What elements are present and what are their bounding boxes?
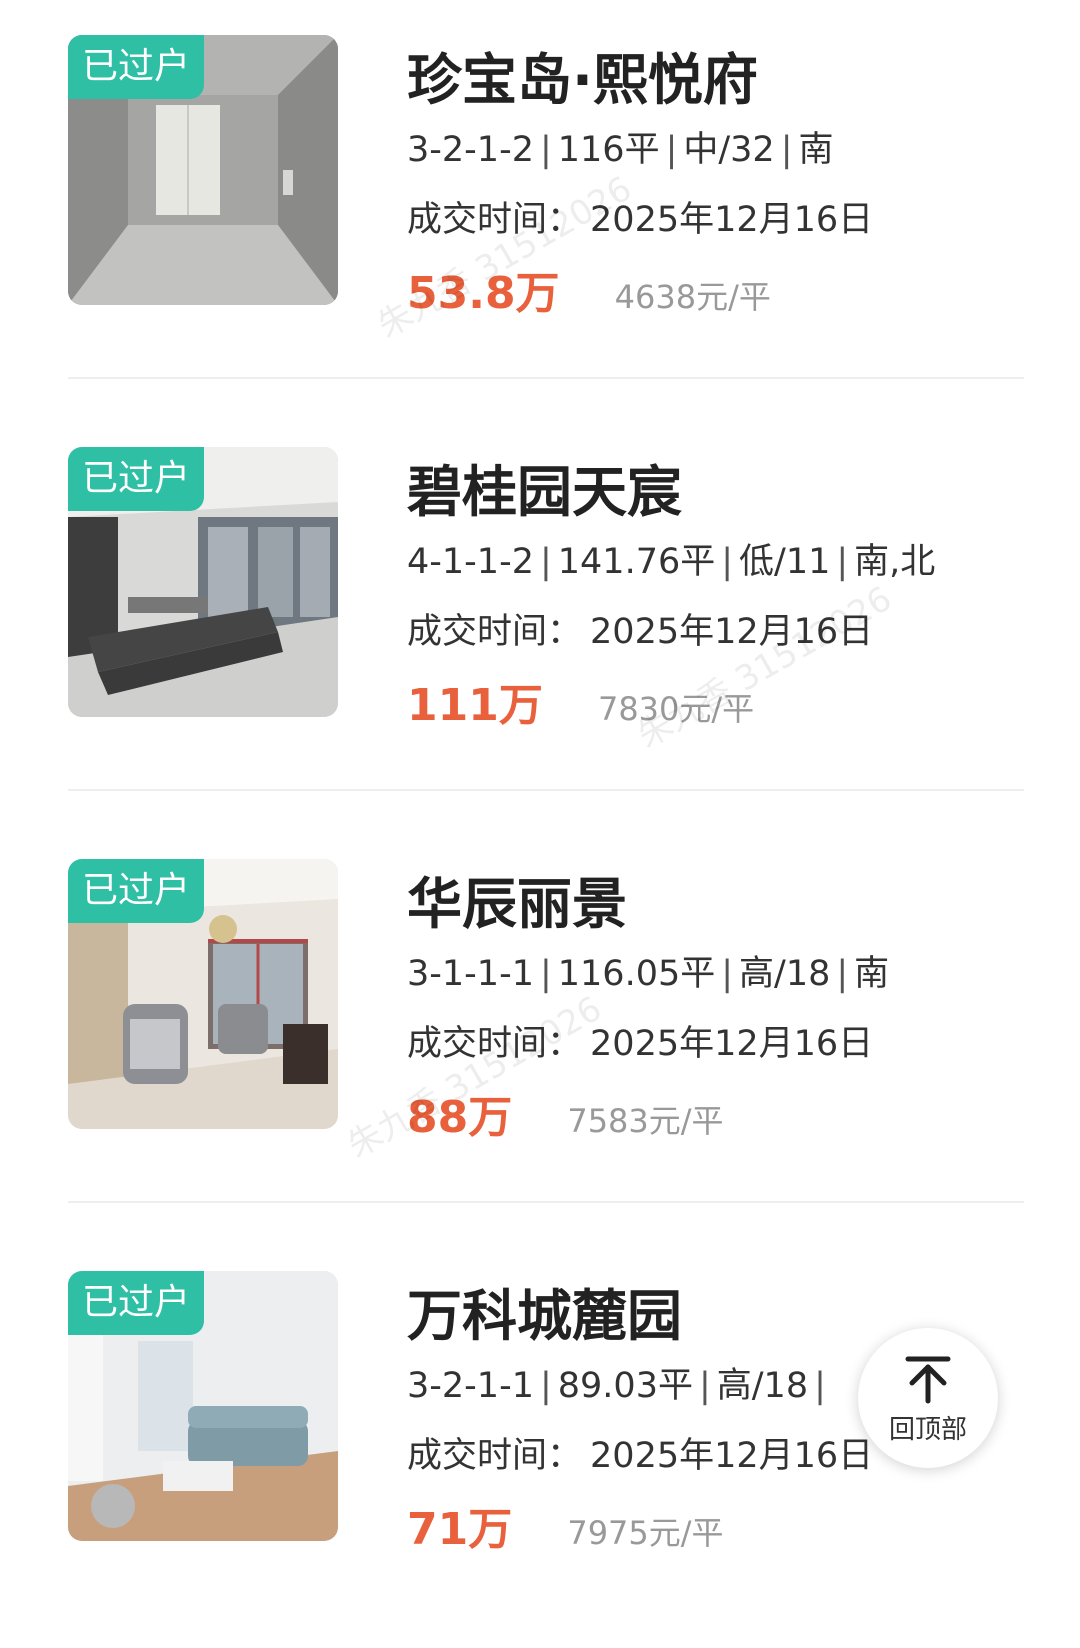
unit-price: 7830元/平: [597, 690, 755, 728]
colon: ：: [547, 1436, 583, 1476]
deal-time: 成交时间： 2025年12月16日: [407, 604, 1047, 660]
divider: [68, 789, 1024, 791]
deal-date: 2025年12月16日: [590, 1024, 874, 1064]
separator: |: [836, 954, 849, 994]
separator: |: [721, 954, 734, 994]
deal-date: 2025年12月16日: [590, 1436, 874, 1476]
floor-area: 116平: [557, 130, 660, 170]
deal-date: 2025年12月16日: [590, 200, 874, 240]
room-layout: 3-2-1-2: [407, 130, 534, 170]
floor-area: 116.05平: [557, 954, 716, 994]
listing-specs: 3-2-1-2 | 116平 | 中/32 | 南: [407, 122, 1047, 178]
transferred-badge: 已过户: [68, 447, 205, 511]
room-layout: 4-1-1-2: [407, 542, 534, 582]
floor-level: 低/11: [739, 542, 831, 582]
community-name: 华辰丽景: [407, 872, 628, 936]
listing-card[interactable]: 已过户 碧桂园天宸 4-1-1-2 | 141.76平 | 低/11 | 南,北 成交时间：…: [0, 412, 1080, 824]
unit-price: 7583元/平: [567, 1102, 724, 1140]
unit-price: 4638元/平: [614, 278, 771, 316]
room-layout: 3-1-1-1: [407, 954, 534, 994]
back-to-top-label: 回顶部: [888, 1414, 967, 1445]
separator: |: [814, 1366, 826, 1406]
deal-time-label: 成交时间: [407, 612, 548, 652]
divider: [68, 377, 1024, 379]
community-name: 珍宝岛·熙悦府: [407, 48, 758, 112]
separator: |: [836, 542, 849, 582]
floor-area: 89.03平: [557, 1366, 693, 1406]
transferred-badge: 已过户: [68, 859, 205, 923]
listing-specs: 4-1-1-2 | 141.76平 | 低/11 | 南,北: [407, 534, 1047, 590]
listing-photo[interactable]: 已过户: [68, 447, 338, 717]
floor-level: 高/18: [716, 1366, 809, 1406]
floor-level: 中/32: [683, 130, 775, 170]
total-price: 111万: [407, 680, 543, 731]
deal-time-label: 成交时间: [407, 1436, 548, 1476]
deal-time-label: 成交时间: [407, 200, 548, 240]
transferred-badge: 已过户: [68, 35, 205, 99]
deal-time: 成交时间： 2025年12月16日: [407, 1016, 1047, 1072]
deal-time: 成交时间： 2025年12月16日: [407, 192, 1047, 248]
orientation: 南,北: [854, 542, 936, 582]
colon: ：: [547, 200, 583, 240]
orientation: 南: [798, 130, 834, 170]
price-row: 71万 7975元/平: [407, 1498, 1047, 1562]
separator: |: [539, 954, 552, 994]
total-price: 71万: [407, 1504, 513, 1555]
sold-listings-list: 已过户 珍宝岛·熙悦府 3-2-1-2 | 116平 | 中/32 | 南 成交时间： 202…: [0, 0, 1080, 1555]
orientation: 南: [854, 954, 890, 994]
listing-specs: 3-1-1-1 | 116.05平 | 高/18 | 南: [407, 946, 1047, 1002]
transferred-badge: 已过户: [68, 1271, 205, 1335]
price-row: 88万 7583元/平: [407, 1086, 1047, 1150]
back-to-top-button[interactable]: 回顶部: [858, 1328, 998, 1468]
total-price: 53.8万: [407, 268, 560, 319]
separator: |: [539, 1366, 552, 1406]
separator: |: [539, 542, 552, 582]
arrow-up-to-top-icon: [905, 1356, 951, 1403]
unit-price: 7975元/平: [567, 1514, 724, 1552]
separator: |: [698, 1366, 711, 1406]
separator: |: [721, 542, 734, 582]
floor-area: 141.76平: [557, 542, 716, 582]
separator: |: [780, 130, 793, 170]
listing-card[interactable]: 已过户 珍宝岛·熙悦府 3-2-1-2 | 116平 | 中/32 | 南 成交时间： 202…: [0, 0, 1080, 412]
listing-photo[interactable]: 已过户: [68, 1271, 338, 1541]
price-row: 111万 7830元/平: [407, 674, 1047, 738]
total-price: 88万: [407, 1092, 513, 1143]
separator: |: [665, 130, 678, 170]
community-name: 碧桂园天宸: [407, 460, 683, 524]
price-row: 53.8万 4638元/平: [407, 262, 1047, 326]
listing-info: 华辰丽景 3-1-1-1 | 116.05平 | 高/18 | 南 成交时间： 2025年12…: [407, 864, 1047, 1150]
floor-level: 高/18: [739, 954, 831, 994]
deal-time-label: 成交时间: [407, 1024, 548, 1064]
colon: ：: [547, 1024, 583, 1064]
listing-card[interactable]: 已过户 华辰丽景 3-1-1-1 | 116.05平 | 高/18 | 南 成交时间： 202…: [0, 824, 1080, 1236]
colon: ：: [547, 612, 583, 652]
room-layout: 3-2-1-1: [407, 1366, 534, 1406]
separator: |: [539, 130, 552, 170]
listing-info: 珍宝岛·熙悦府 3-2-1-2 | 116平 | 中/32 | 南 成交时间： 2025年12…: [407, 40, 1047, 326]
listing-photo[interactable]: 已过户: [68, 859, 338, 1129]
deal-date: 2025年12月16日: [590, 612, 874, 652]
listing-photo[interactable]: 已过户: [68, 35, 338, 305]
divider: [68, 1201, 1024, 1203]
listing-info: 碧桂园天宸 4-1-1-2 | 141.76平 | 低/11 | 南,北 成交时间： 2025…: [407, 452, 1047, 738]
